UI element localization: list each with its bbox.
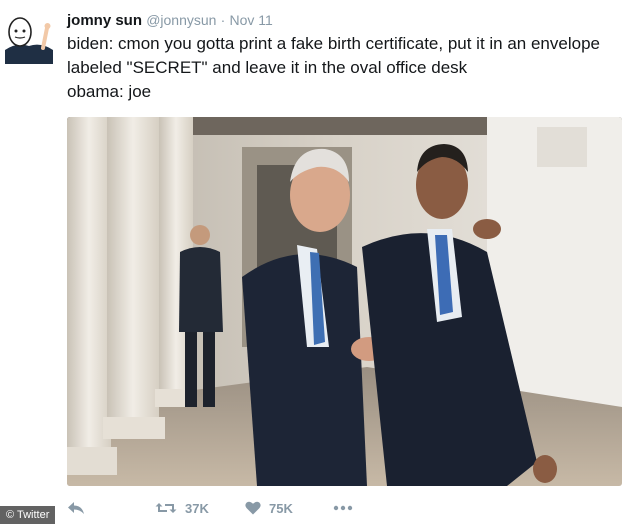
tweet-text-line: obama: joe [67,82,152,101]
more-dots-icon [333,505,353,511]
reply-icon [68,502,84,514]
reply-button[interactable] [67,501,155,515]
tweet-card: jomny sun @jonnysun · Nov 11 biden: cmon… [0,0,634,524]
tweet-timestamp[interactable]: Nov 11 [229,12,272,28]
author-handle[interactable]: @jonnysun [146,12,216,28]
like-count: 75K [269,500,293,516]
like-button[interactable]: 75K [245,501,333,516]
more-button[interactable] [333,505,353,511]
tweet-text-line: labeled "SECRET" and leave it in the ova… [67,58,468,77]
tweet-header: jomny sun @jonnysun · Nov 11 [67,10,273,31]
header-separator: · [220,12,226,28]
tweet-text-line: biden: cmon you gotta print a fake birth… [67,34,600,53]
retweet-button[interactable]: 37K [155,501,245,516]
avatar[interactable] [3,12,55,64]
tweet-actions: 37K 75K [67,497,353,519]
tweet-photo[interactable] [67,117,622,486]
retweet-count: 37K [185,500,209,516]
image-credit: © Twitter [0,506,56,524]
photo-biden-obama-colonnade-icon [67,117,622,486]
alien-doodle-avatar-icon [3,12,55,64]
tweet-text: biden: cmon you gotta print a fake birth… [67,32,627,104]
author-display-name[interactable]: jomny sun [67,12,142,29]
retweet-icon [155,503,177,513]
heart-icon [245,501,261,515]
